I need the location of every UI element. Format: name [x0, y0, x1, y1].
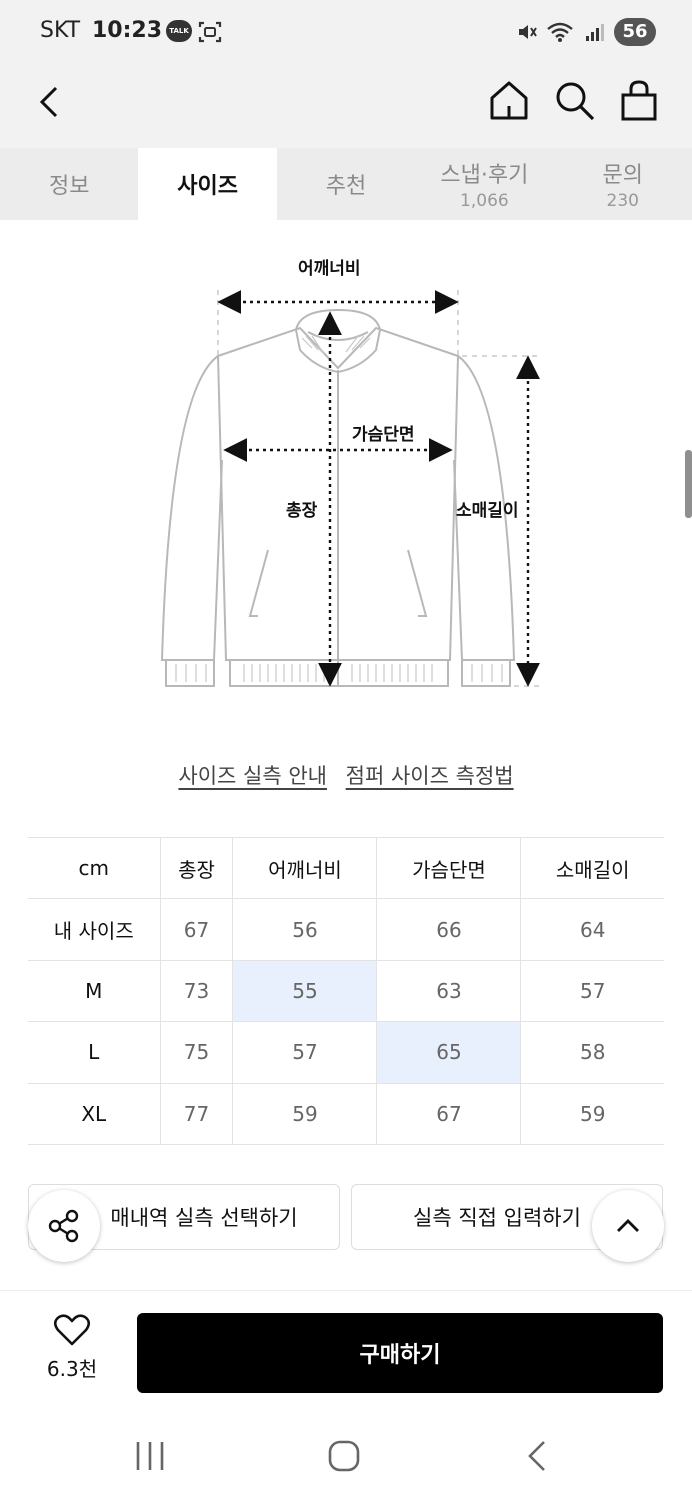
label-chest: 가슴단면 — [352, 425, 415, 445]
table-cell: 58 — [520, 1021, 664, 1084]
like-count: 6.3천 — [46, 1357, 98, 1381]
table-cell: 75 — [160, 1021, 234, 1084]
table-cell: 63 — [376, 959, 522, 1023]
table-row: M 73 55 63 57 — [28, 959, 664, 1023]
table-row: 내 사이즈 67 56 66 64 — [28, 898, 664, 961]
heart-icon — [53, 1314, 91, 1346]
carrier-label: SKT — [40, 18, 81, 43]
tab-label: 정보 — [48, 174, 90, 199]
size-guide-links: 사이즈 실측 안내 점퍼 사이즈 측정법 — [0, 760, 692, 790]
row-label: XL — [28, 1082, 161, 1145]
scroll-to-top-button[interactable] — [592, 1190, 664, 1262]
table-header-row: cm 총장 어깨너비 가슴단면 소매길이 — [28, 836, 664, 900]
buy-button[interactable]: 구매하기 — [137, 1313, 663, 1393]
home-nav-button[interactable] — [322, 1434, 366, 1478]
label-sleeve: 소매길이 — [456, 501, 519, 521]
clock: 10:23 — [92, 18, 163, 43]
product-tabs: 정보 사이즈 추천 스냅·후기 1,066 문의 230 — [0, 148, 692, 220]
back-button[interactable] — [30, 80, 74, 124]
table-header: 총장 — [160, 836, 234, 900]
tab-label: 사이즈 — [177, 174, 238, 199]
table-cell: 73 — [160, 959, 234, 1023]
table-row: XL 77 59 67 59 — [28, 1082, 664, 1145]
kakaotalk-icon: TALK — [166, 20, 192, 42]
tab-count: 230 — [606, 191, 639, 211]
tab-info[interactable]: 정보 — [0, 148, 138, 220]
tab-snap-review[interactable]: 스냅·후기 1,066 — [415, 148, 553, 220]
table-header: cm — [28, 836, 161, 900]
tab-recommend[interactable]: 추천 — [277, 148, 415, 220]
table-cell: 56 — [232, 898, 378, 961]
status-icons: 56 — [516, 18, 656, 46]
button-label: 실측 직접 입력하기 — [413, 1206, 581, 1230]
tab-inquiry[interactable]: 문의 230 — [554, 148, 692, 220]
row-label: M — [28, 959, 161, 1023]
table-cell-highlighted: 65 — [376, 1021, 522, 1084]
home-icon[interactable] — [486, 78, 532, 124]
table-header: 소매길이 — [520, 836, 664, 900]
table-cell: 67 — [376, 1082, 522, 1145]
mute-icon — [519, 25, 537, 39]
tab-label: 추천 — [325, 174, 367, 199]
size-diagram: 어깨너비 가슴단면 총장 소매길이 — [0, 220, 692, 720]
scroll-indicator[interactable] — [685, 450, 692, 518]
table-cell: 59 — [520, 1082, 664, 1145]
table-cell-highlighted: 55 — [232, 959, 378, 1023]
chevron-up-icon — [617, 1219, 639, 1232]
tab-label: 스냅·후기 — [440, 163, 529, 188]
buy-button-label: 구매하기 — [359, 1343, 441, 1368]
table-cell: 59 — [232, 1082, 378, 1145]
table-cell: 77 — [160, 1082, 234, 1145]
size-table: cm 총장 어깨너비 가슴단면 소매길이 내 사이즈 67 56 66 64 M… — [28, 836, 664, 1145]
measure-guide-link[interactable]: 점퍼 사이즈 측정법 — [346, 764, 514, 788]
size-guide-link[interactable]: 사이즈 실측 안내 — [178, 764, 327, 788]
table-cell: 64 — [520, 898, 664, 961]
share-button[interactable] — [28, 1190, 100, 1262]
signal-icon — [586, 24, 604, 41]
row-label: L — [28, 1021, 161, 1084]
table-header: 어깨너비 — [232, 836, 378, 900]
search-icon[interactable] — [552, 78, 598, 124]
screen-capture-icon — [198, 21, 222, 43]
system-nav-bar — [0, 1410, 692, 1500]
app-header — [0, 66, 692, 148]
button-label: 매내역 실측 선택하기 — [110, 1206, 298, 1230]
jacket-illustration — [160, 290, 540, 687]
battery-indicator: 56 — [614, 18, 656, 46]
shopping-bag-icon[interactable] — [616, 78, 662, 124]
table-row: L 75 57 65 58 — [28, 1021, 664, 1084]
tab-label: 문의 — [602, 163, 643, 188]
tab-size[interactable]: 사이즈 — [138, 148, 277, 220]
like-button[interactable]: 6.3천 — [30, 1313, 114, 1382]
label-shoulder: 어깨너비 — [298, 259, 361, 279]
recent-apps-button[interactable] — [128, 1434, 172, 1478]
purchase-bar: 6.3천 구매하기 — [0, 1290, 692, 1410]
share-icon — [48, 1209, 79, 1243]
tab-count: 1,066 — [460, 191, 509, 211]
row-label: 내 사이즈 — [28, 898, 161, 961]
status-bar: SKT 10:23 TALK 56 — [0, 0, 692, 66]
back-nav-button[interactable] — [516, 1434, 560, 1478]
table-header: 가슴단면 — [376, 836, 522, 900]
wifi-icon — [547, 22, 573, 42]
table-cell: 57 — [520, 959, 664, 1023]
table-cell: 66 — [376, 898, 522, 961]
table-cell: 57 — [232, 1021, 378, 1084]
label-length: 총장 — [286, 501, 318, 521]
table-cell: 67 — [160, 898, 234, 961]
